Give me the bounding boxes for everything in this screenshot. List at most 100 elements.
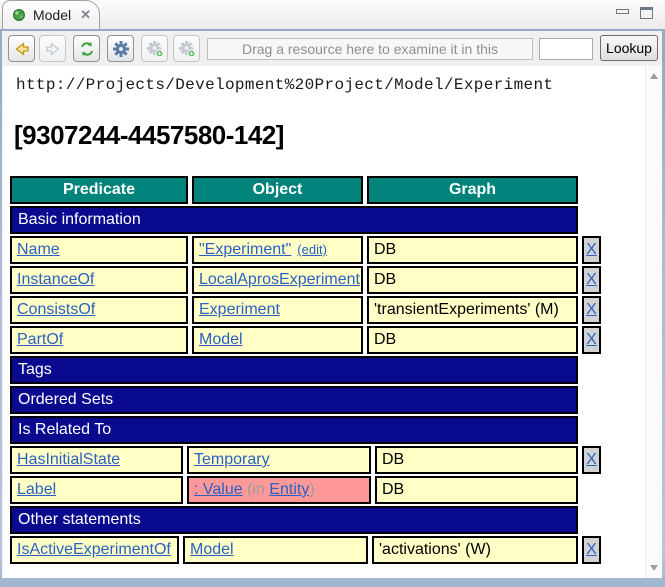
predicate-cell: HasInitialState (10, 446, 183, 474)
refresh-icon (78, 40, 96, 58)
object-link[interactable]: Experiment (199, 301, 280, 318)
header-graph: Graph (367, 176, 578, 204)
object-content: Temporary (194, 451, 270, 469)
remove-link[interactable]: X (586, 301, 597, 319)
remove-statement-button[interactable]: X (582, 266, 601, 294)
tab-model[interactable]: Model ✕ (2, 0, 100, 29)
predicate-link[interactable]: InstanceOf (17, 271, 94, 289)
remove-link[interactable]: X (586, 271, 597, 289)
object-link[interactable]: Model (190, 541, 234, 558)
section-header-is-related-to: Is Related To (10, 416, 578, 444)
object-cell: Experiment (192, 296, 363, 324)
predicate-cell: Label (10, 476, 183, 504)
drag-resource-field[interactable]: Drag a resource here to examine it in th… (207, 38, 533, 60)
sections-host: Basic information Name "Experiment" (edit) D… (10, 206, 645, 564)
tab-title: Model (33, 7, 71, 23)
graph-cell: DB (375, 446, 578, 474)
object-cell: LocalAprosExperiment (192, 266, 363, 294)
predicate-link[interactable]: PartOf (17, 331, 63, 349)
section-title: Other statements (18, 511, 141, 529)
graph-cell: DB (367, 326, 578, 354)
graph-cell: 'activations' (W) (372, 536, 578, 564)
back-button[interactable] (8, 35, 35, 62)
statement-row: HasInitialState Temporary DB X (10, 446, 645, 474)
browser-toolbar: Drag a resource here to examine it in th… (2, 31, 662, 66)
object-cell: Model (183, 536, 368, 564)
section-title: Tags (18, 361, 52, 379)
gear-icon (112, 40, 130, 58)
lookup-button[interactable]: Lookup (600, 35, 658, 61)
graph-cell: DB (375, 476, 578, 504)
gear-plus-icon (146, 40, 164, 58)
remove-statement-button[interactable]: X (582, 536, 601, 564)
section-header-ordered-sets: Ordered Sets (10, 386, 578, 414)
settings-button[interactable] (107, 35, 134, 62)
resource-id-heading: [9307244-4457580-142] (14, 120, 645, 151)
statement-row: ConsistsOf Experiment 'transientExperiment… (10, 296, 645, 324)
object-link[interactable]: Entity (269, 481, 309, 498)
back-arrow-icon (13, 40, 31, 58)
object-content: LocalAprosExperiment (199, 271, 360, 289)
predicate-link[interactable]: Name (17, 241, 60, 259)
predicate-link[interactable]: ConsistsOf (17, 301, 95, 319)
object-link[interactable]: Model (199, 331, 243, 348)
forward-button[interactable] (39, 35, 66, 62)
object-link[interactable]: "Experiment" (199, 241, 291, 258)
edit-link[interactable]: (edit) (297, 242, 327, 257)
vertical-scrollbar[interactable] (645, 66, 662, 578)
object-content: "Experiment" (edit) (199, 241, 327, 259)
add-view-alt-button[interactable] (173, 35, 200, 62)
forward-arrow-icon (44, 40, 62, 58)
add-view-button[interactable] (141, 35, 168, 62)
object-context-text: (in (243, 481, 270, 498)
scroll-down-icon[interactable] (650, 565, 658, 571)
predicate-cell: InstanceOf (10, 266, 188, 294)
remove-statement-button[interactable]: X (582, 446, 601, 474)
section-header-basic-information: Basic information (10, 206, 578, 234)
header-object: Object (192, 176, 363, 204)
object-context-text: ) (309, 481, 314, 498)
graph-cell: DB (367, 236, 578, 264)
section-header-other-statements: Other statements (10, 506, 578, 534)
view-tab-bar: Model ✕ (0, 0, 665, 29)
statement-row: Name "Experiment" (edit) DB X (10, 236, 645, 264)
object-cell: Model (192, 326, 363, 354)
remove-link[interactable]: X (586, 241, 597, 259)
lookup-input[interactable] (539, 38, 593, 60)
scroll-up-icon[interactable] (650, 73, 658, 79)
remove-link[interactable]: X (586, 541, 597, 559)
remove-statement-button[interactable]: X (582, 296, 601, 324)
remove-link[interactable]: X (586, 331, 597, 349)
object-content: Model (199, 331, 243, 349)
table-header-row: Predicate Object Graph (10, 176, 645, 204)
object-link[interactable]: Temporary (194, 451, 270, 468)
predicate-cell: Name (10, 236, 188, 264)
object-content: : Value (in Entity) (194, 481, 315, 499)
graph-cell: 'transientExperiments' (M) (367, 296, 578, 324)
remove-link[interactable]: X (586, 451, 597, 469)
remove-statement-button[interactable]: X (582, 326, 601, 354)
section-title: Is Related To (18, 421, 111, 439)
predicate-cell: IsActiveExperimentOf (10, 536, 179, 564)
gear-plus-icon (178, 40, 196, 58)
object-link[interactable]: LocalAprosExperiment (199, 271, 360, 288)
predicate-link[interactable]: IsActiveExperimentOf (17, 541, 171, 559)
remove-statement-button[interactable]: X (582, 236, 601, 264)
object-cell: "Experiment" (edit) (192, 236, 363, 264)
tab-close-icon[interactable]: ✕ (80, 7, 91, 23)
section-title: Ordered Sets (18, 391, 113, 409)
object-content: Model (190, 541, 234, 559)
statement-row: Label : Value (in Entity) DB (10, 476, 645, 504)
predicate-link[interactable]: Label (17, 481, 56, 499)
object-cell: Temporary (187, 446, 371, 474)
graph-cell: DB (367, 266, 578, 294)
resource-url: http://Projects/Development%20Project/Mo… (16, 76, 645, 94)
object-link[interactable]: : Value (194, 481, 243, 498)
model-icon (11, 7, 27, 23)
refresh-button[interactable] (73, 35, 100, 62)
minimize-view-icon[interactable] (616, 9, 629, 14)
statement-row: IsActiveExperimentOf Model 'activations' (… (10, 536, 645, 564)
predicate-cell: ConsistsOf (10, 296, 188, 324)
predicate-link[interactable]: HasInitialState (17, 451, 120, 469)
maximize-view-icon[interactable] (640, 7, 653, 19)
